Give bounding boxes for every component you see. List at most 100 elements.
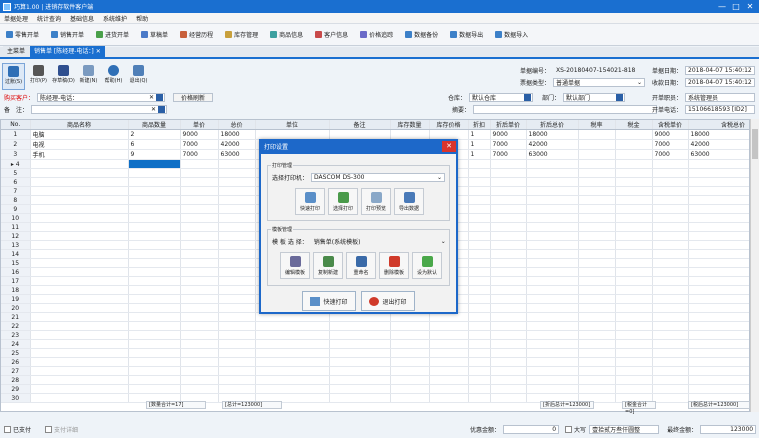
toolbar-purchase-button[interactable]: 进货开单: [92, 28, 133, 42]
table-cell[interactable]: [615, 204, 653, 214]
table-cell[interactable]: [218, 258, 256, 268]
table-cell[interactable]: [468, 330, 491, 340]
table-cell[interactable]: [390, 393, 430, 403]
summary-input[interactable]: [473, 105, 658, 114]
table-cell[interactable]: [490, 204, 527, 214]
table-cell[interactable]: [688, 222, 749, 232]
table-cell[interactable]: [180, 294, 219, 304]
table-cell[interactable]: [490, 303, 527, 313]
table-cell[interactable]: 18000: [688, 129, 749, 140]
table-cell[interactable]: [578, 285, 616, 295]
table-cell[interactable]: [490, 357, 527, 367]
table-cell[interactable]: [180, 204, 219, 214]
scrollbar-thumb[interactable]: [752, 129, 758, 159]
table-cell[interactable]: [390, 357, 430, 367]
table-cell[interactable]: [30, 258, 129, 268]
table-cell[interactable]: [180, 222, 219, 232]
table-cell[interactable]: [180, 186, 219, 196]
table-cell[interactable]: [255, 366, 330, 376]
table-cell[interactable]: [329, 348, 391, 358]
table-cell[interactable]: [615, 177, 653, 187]
table-cell[interactable]: [218, 312, 256, 322]
table-cell[interactable]: [468, 366, 491, 376]
table-cell[interactable]: [218, 339, 256, 349]
table-cell[interactable]: 9000: [180, 129, 219, 140]
rename-template-button[interactable]: 重命名: [346, 252, 376, 279]
table-cell[interactable]: [652, 159, 689, 169]
lookup-icon[interactable]: [158, 106, 166, 113]
table-cell[interactable]: [255, 339, 330, 349]
table-cell[interactable]: [329, 357, 391, 367]
table-cell[interactable]: [128, 330, 181, 340]
table-cell[interactable]: [688, 267, 749, 277]
table-cell[interactable]: 18000: [526, 129, 579, 140]
table-cell[interactable]: [652, 375, 689, 385]
table-cell[interactable]: [526, 357, 579, 367]
table-cell[interactable]: [128, 285, 181, 295]
table-cell[interactable]: [688, 321, 749, 331]
table-cell[interactable]: [429, 129, 469, 140]
table-cell[interactable]: [329, 393, 391, 403]
table-cell[interactable]: [329, 384, 391, 394]
table-cell[interactable]: [128, 231, 181, 241]
table-cell[interactable]: [30, 222, 129, 232]
table-cell[interactable]: [688, 303, 749, 313]
lookup-icon[interactable]: [524, 94, 532, 101]
table-cell[interactable]: [218, 375, 256, 385]
table-cell[interactable]: [490, 339, 527, 349]
table-cell[interactable]: [30, 375, 129, 385]
table-cell[interactable]: [688, 312, 749, 322]
save-draft-button[interactable]: 存草稿(D): [52, 63, 75, 90]
table-cell[interactable]: [429, 384, 469, 394]
clear-icon[interactable]: ✕: [151, 106, 156, 113]
table-cell[interactable]: [30, 240, 129, 250]
table-cell[interactable]: [468, 312, 491, 322]
table-cell[interactable]: [578, 249, 616, 259]
delete-template-button[interactable]: 删除模板: [379, 252, 409, 279]
table-cell[interactable]: [578, 186, 616, 196]
table-cell[interactable]: [490, 195, 527, 205]
table-cell[interactable]: [615, 168, 653, 178]
close-window-button[interactable]: ✕: [743, 1, 757, 12]
table-cell[interactable]: [128, 321, 181, 331]
table-cell[interactable]: [468, 321, 491, 331]
table-cell[interactable]: [526, 159, 579, 169]
table-cell[interactable]: [468, 159, 491, 169]
table-cell[interactable]: [180, 357, 219, 367]
paid-checkbox[interactable]: [4, 426, 11, 433]
column-header[interactable]: No.: [1, 120, 31, 130]
table-cell[interactable]: [429, 375, 469, 385]
column-header[interactable]: 税率: [578, 120, 616, 130]
table-cell[interactable]: [490, 168, 527, 178]
table-cell[interactable]: [578, 312, 616, 322]
table-cell[interactable]: [180, 258, 219, 268]
table-cell[interactable]: [30, 213, 129, 223]
table-cell[interactable]: [615, 267, 653, 277]
table-cell[interactable]: [329, 339, 391, 349]
table-cell[interactable]: 7000: [652, 149, 689, 160]
table-cell[interactable]: [615, 231, 653, 241]
table-cell[interactable]: [468, 348, 491, 358]
template-select[interactable]: 销售单(系统模板) ⌄: [311, 237, 449, 246]
table-cell[interactable]: [128, 222, 181, 232]
table-cell[interactable]: [468, 258, 491, 268]
table-cell[interactable]: [255, 321, 330, 331]
table-cell[interactable]: [526, 177, 579, 187]
table-cell[interactable]: [688, 339, 749, 349]
table-cell[interactable]: [128, 249, 181, 259]
toolbar-import-button[interactable]: 数据导入: [491, 28, 532, 42]
table-cell[interactable]: [429, 321, 469, 331]
table-cell[interactable]: [578, 159, 616, 169]
table-cell[interactable]: [218, 222, 256, 232]
toolbar-sales-button[interactable]: 销售开单: [47, 28, 88, 42]
table-cell[interactable]: [526, 186, 579, 196]
table-cell[interactable]: [652, 168, 689, 178]
table-cell[interactable]: [578, 168, 616, 178]
table-cell[interactable]: [490, 240, 527, 250]
table-cell[interactable]: 63000: [218, 149, 256, 160]
table-cell[interactable]: [615, 312, 653, 322]
table-cell[interactable]: [578, 222, 616, 232]
toolbar-history-button[interactable]: 经营历程: [176, 28, 217, 42]
table-row[interactable]: 27: [1, 366, 749, 376]
table-cell[interactable]: [652, 195, 689, 205]
